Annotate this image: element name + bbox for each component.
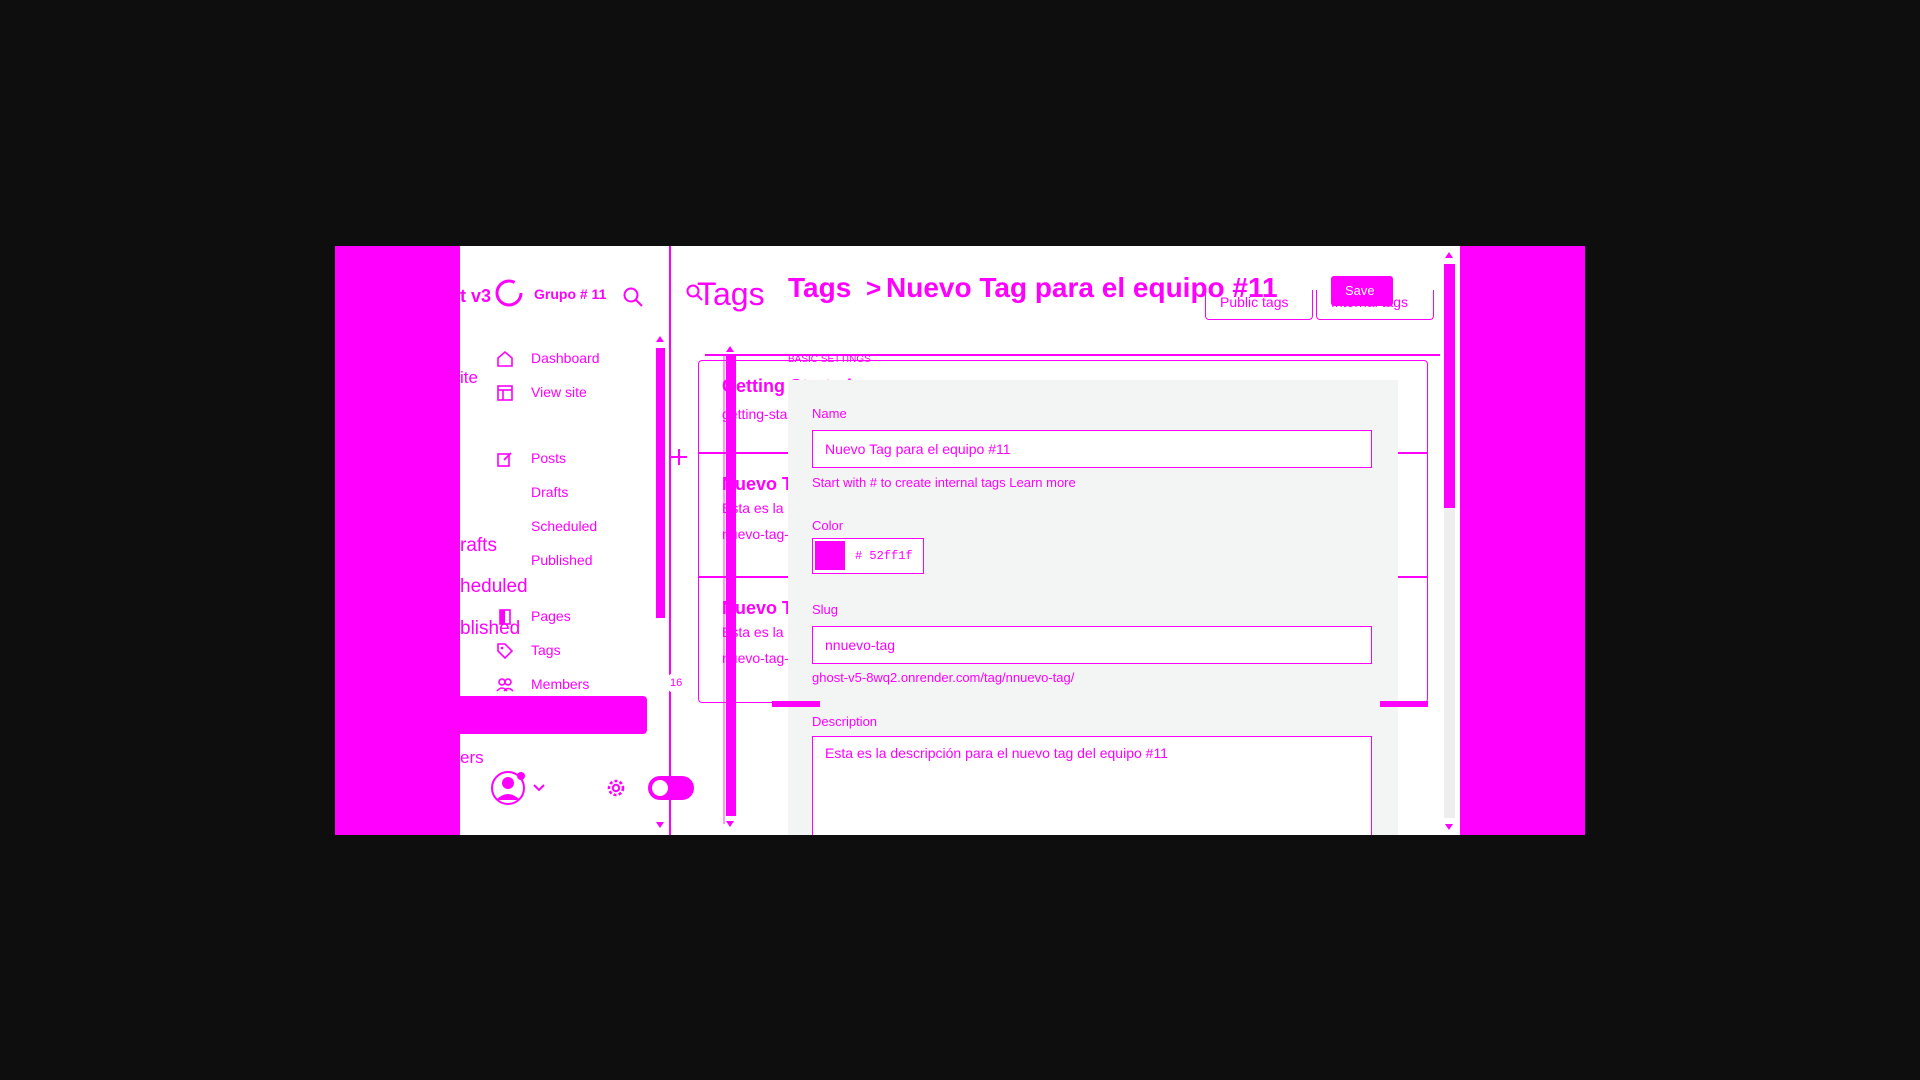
name-label: Name — [812, 406, 847, 421]
home-icon — [497, 350, 513, 367]
ghost-label-drafts: rafts — [460, 535, 497, 556]
left-overlay-bar — [335, 246, 460, 835]
view-site-icon — [497, 385, 513, 401]
sidebar-item-dashboard[interactable]: Dashboard — [496, 348, 646, 370]
scroll-down-icon[interactable] — [726, 821, 734, 827]
list-bottom-rule — [1380, 701, 1428, 707]
name-hint: Start with # to create internal tags Lea… — [812, 475, 1076, 490]
color-swatch[interactable] — [815, 541, 845, 570]
sidebar: t v3 Grupo # 11 ite rafts heduled blishe… — [460, 246, 694, 835]
ghost-label-scheduled: heduled — [460, 576, 528, 597]
sidebar-item-tags[interactable]: Tags — [496, 640, 646, 662]
page-scrollbar-thumb[interactable] — [1444, 264, 1455, 508]
scroll-up-icon[interactable] — [1445, 252, 1453, 258]
slug-input[interactable]: nnuevo-tag — [812, 626, 1372, 664]
scroll-down-icon[interactable] — [1445, 824, 1453, 830]
group-name: Grupo # 11 — [534, 286, 607, 302]
tag-icon — [497, 643, 514, 660]
description-label: Description — [812, 714, 878, 729]
sidebar-item-label: View site — [531, 384, 587, 400]
page-scrollbar-track — [1444, 508, 1455, 818]
sidebar-item-label: Posts — [531, 450, 567, 466]
right-overlay-bar — [1460, 246, 1585, 835]
dark-mode-toggle[interactable] — [648, 776, 694, 800]
tags-heading: Tags — [697, 276, 765, 312]
active-item-highlight — [460, 696, 647, 734]
sidebar-item-drafts[interactable]: Drafts — [531, 484, 568, 500]
slug-label: Slug — [812, 602, 839, 617]
members-icon — [496, 678, 514, 692]
description-value: Esta es la descripción para el nuevo tag… — [825, 745, 1168, 761]
sidebar-item-members[interactable]: Members — [496, 674, 646, 696]
sidebar-item-published[interactable]: Published — [531, 552, 593, 568]
breadcrumb-root[interactable]: Tags — [788, 272, 851, 304]
save-button-label: Save — [1345, 283, 1375, 298]
search-icon[interactable] — [622, 286, 644, 308]
scroll-up-icon[interactable] — [726, 346, 734, 352]
name-input[interactable]: Nuevo Tag para el equipo #11 — [812, 430, 1372, 468]
sidebar-scrollbar-thumb[interactable] — [656, 348, 665, 618]
editor-breadcrumb: Tags > Nuevo Tag para el equipo #11 — [788, 272, 1348, 312]
page-title: Nuevo Tag para el equipo #11 — [886, 272, 1278, 303]
sidebar-item-pages[interactable]: Pages — [496, 606, 646, 628]
color-label: Color — [812, 518, 844, 533]
list-scrollbar-track — [723, 354, 725, 824]
members-count: 16 — [670, 677, 683, 689]
sidebar-divider — [669, 246, 671, 835]
slug-input-value: nnuevo-tag — [825, 637, 896, 653]
sidebar-item-label: Members — [531, 676, 590, 692]
app-window: t v3 Grupo # 11 ite rafts heduled blishe… — [460, 246, 1460, 835]
sidebar-item-label: Dashboard — [531, 350, 600, 366]
color-picker[interactable]: # 52ff1f — [812, 538, 924, 574]
list-scrollbar-thumb[interactable] — [726, 356, 736, 816]
sidebar-item-view-site[interactable]: View site — [496, 382, 646, 404]
plus-icon[interactable] — [670, 448, 688, 466]
toggle-knob — [652, 780, 668, 796]
scroll-down-icon[interactable] — [656, 822, 664, 828]
edit-icon — [497, 452, 512, 467]
avatar-icon[interactable] — [490, 768, 530, 808]
save-button[interactable]: Save — [1331, 276, 1393, 306]
breadcrumb-separator: > — [866, 273, 882, 303]
name-input-value: Nuevo Tag para el equipo #11 — [825, 441, 1011, 457]
pages-icon — [499, 609, 511, 625]
sidebar-item-scheduled[interactable]: Scheduled — [531, 518, 597, 534]
ghost-logo-icon — [495, 279, 523, 307]
slug-url: ghost-v5-8wq2.onrender.com/tag/nnuevo-ta… — [812, 670, 1075, 685]
section-title: BASIC SETTINGS — [788, 354, 871, 365]
chevron-down-icon[interactable] — [533, 784, 545, 792]
scroll-up-icon[interactable] — [656, 336, 664, 342]
list-bottom-rule — [772, 701, 820, 707]
sidebar-item-posts[interactable]: Posts — [496, 448, 646, 470]
description-textarea[interactable]: Esta es la descripción para el nuevo tag… — [812, 736, 1372, 835]
site-name: t v3 — [460, 286, 492, 306]
gear-icon[interactable] — [604, 776, 628, 800]
color-value: # 52ff1f — [855, 549, 913, 563]
sidebar-item-label: Tags — [531, 642, 561, 658]
members-count-badge: 16 — [666, 672, 688, 694]
ghost-label-site: ite — [460, 368, 478, 387]
sidebar-item-label: Pages — [531, 608, 571, 624]
ghost-label-members: ers — [460, 748, 484, 767]
